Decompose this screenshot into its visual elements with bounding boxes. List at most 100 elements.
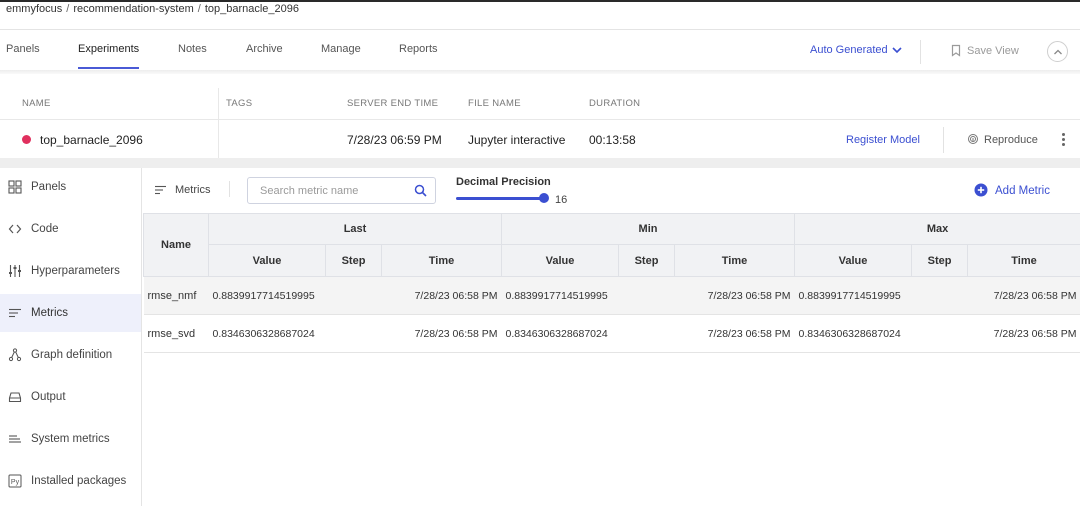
view-selector-label: Auto Generated: [810, 44, 888, 56]
breadcrumb-separator: /: [197, 3, 201, 15]
last-time: 7/28/23 06:58 PM: [381, 314, 502, 353]
chevron-down-icon: [892, 47, 902, 54]
panels-icon: [8, 180, 22, 194]
precision-value: 16: [555, 194, 568, 206]
sidebar-item-metrics[interactable]: Metrics: [0, 294, 141, 332]
sidebar-item-label: Hyperparameters: [31, 265, 120, 277]
sidebar-item-graph-definition[interactable]: Graph definition: [0, 336, 141, 374]
precision-slider-track[interactable]: [456, 197, 544, 200]
column-header-name[interactable]: Name: [143, 213, 209, 277]
tab-experiments[interactable]: Experiments: [78, 43, 139, 55]
metric-name: rmse_nmf: [143, 276, 209, 315]
svg-text:Py: Py: [11, 479, 20, 486]
column-header-min-time[interactable]: Time: [673, 244, 796, 277]
register-model-button[interactable]: Register Model: [846, 134, 920, 146]
tab-notes[interactable]: Notes: [178, 43, 207, 55]
breadcrumb-project[interactable]: recommendation-system: [73, 3, 193, 15]
breadcrumb: emmyfocus / recommendation-system / top_barn…: [6, 3, 299, 15]
column-header-last-value[interactable]: Value: [208, 244, 326, 277]
sidebar-item-label: Graph definition: [31, 349, 113, 361]
header-name: NAME: [22, 98, 51, 109]
plus-circle-icon: [974, 183, 988, 197]
sidebar: Panels Code Hyperparameters Metrics Grap…: [0, 168, 142, 506]
header-server-end-time: SERVER END TIME: [347, 98, 439, 109]
code-icon: [8, 224, 22, 234]
more-options-icon[interactable]: [1058, 132, 1068, 148]
metrics-icon: [9, 308, 21, 318]
metric-search-box: [247, 177, 436, 204]
last-value: 0.8346306328687024: [208, 314, 326, 353]
sidebar-item-panels[interactable]: Panels: [0, 168, 141, 206]
action-divider: [943, 127, 944, 153]
metrics-panel-title: Metrics: [154, 184, 210, 196]
column-header-max-step[interactable]: Step: [911, 244, 969, 277]
sidebar-item-label: Metrics: [31, 307, 69, 319]
metric-name: rmse_svd: [143, 314, 209, 353]
chevron-up-icon: [1053, 49, 1062, 54]
column-header-min-step[interactable]: Step: [618, 244, 675, 277]
fingerprint-icon: [968, 134, 978, 144]
reproduce-button[interactable]: Reproduce: [967, 133, 1038, 146]
tab-archive[interactable]: Archive: [246, 43, 283, 55]
max-value: 0.8346306328687024: [794, 314, 912, 353]
list-icon: [155, 185, 166, 195]
header-tags: TAGS: [226, 98, 253, 109]
max-step: [911, 276, 968, 315]
experiment-name[interactable]: top_barnacle_2096: [40, 133, 143, 147]
tabs-shadow: [0, 70, 1080, 74]
header-file-name: FILE NAME: [468, 98, 521, 109]
save-view-label: Save View: [967, 45, 1019, 57]
graph-icon: [8, 348, 22, 362]
output-icon: [8, 392, 22, 403]
sidebar-item-installed-packages[interactable]: Py Installed packages: [0, 462, 141, 500]
column-header-min-value[interactable]: Value: [501, 244, 619, 277]
precision-slider-handle[interactable]: [539, 193, 549, 203]
toolbar-divider: [920, 40, 921, 64]
save-view-button[interactable]: Save View: [950, 44, 1019, 57]
sidebar-item-system-metrics[interactable]: System metrics: [0, 420, 141, 458]
last-step: [325, 276, 382, 315]
search-input[interactable]: [248, 178, 398, 203]
collapse-header-button[interactable]: [1047, 41, 1068, 62]
max-time: 7/28/23 06:58 PM: [967, 314, 1080, 353]
tab-bar: Panels Experiments Notes Archive Manage …: [0, 30, 1080, 70]
table-row[interactable]: rmse_nmf 0.8839917714519995 7/28/23 06:5…: [143, 276, 1080, 315]
table-row[interactable]: rmse_svd 0.8346306328687024 7/28/23 06:5…: [143, 314, 1080, 353]
column-header-max-value[interactable]: Value: [794, 244, 913, 277]
breadcrumb-workspace[interactable]: emmyfocus: [6, 3, 62, 15]
sidebar-item-label: Installed packages: [31, 475, 127, 487]
header-duration: DURATION: [589, 98, 641, 109]
max-step: [911, 314, 968, 353]
sidebar-item-label: Panels: [31, 181, 67, 193]
add-metric-button[interactable]: Add Metric: [974, 183, 1050, 197]
column-header-last-step[interactable]: Step: [325, 244, 382, 277]
sidebar-item-hyperparameters[interactable]: Hyperparameters: [0, 252, 141, 290]
sidebar-item-output[interactable]: Output: [0, 378, 141, 416]
tab-panels[interactable]: Panels: [6, 43, 40, 55]
python-icon: Py: [8, 474, 22, 488]
column-header-max-time[interactable]: Time: [967, 244, 1080, 277]
tab-reports[interactable]: Reports: [399, 43, 438, 55]
min-step: [618, 276, 675, 315]
tab-manage[interactable]: Manage: [321, 43, 361, 55]
reproduce-label: Reproduce: [984, 134, 1038, 146]
max-value: 0.8839917714519995: [794, 276, 912, 315]
metrics-toolbar-divider: [229, 181, 230, 197]
sidebar-item-code[interactable]: Code: [0, 210, 141, 248]
status-dot: [22, 135, 31, 144]
section-divider-band: [0, 158, 1080, 168]
file-name: Jupyter interactive: [468, 133, 566, 147]
decimal-precision-label: Decimal Precision: [456, 176, 551, 188]
column-header-last-time[interactable]: Time: [381, 244, 502, 277]
system-metrics-icon: [9, 435, 21, 443]
sidebar-item-label: Code: [31, 223, 59, 235]
search-icon[interactable]: [414, 184, 427, 197]
add-metric-label: Add Metric: [995, 185, 1050, 197]
view-selector[interactable]: Auto Generated: [810, 44, 903, 56]
metrics-title-text: Metrics: [175, 184, 211, 196]
group-header-last: Last: [208, 213, 502, 245]
sliders-icon: [9, 265, 21, 277]
window-top-border: [0, 0, 1080, 2]
min-time: 7/28/23 06:58 PM: [674, 276, 795, 315]
sidebar-item-label: System metrics: [31, 433, 110, 445]
